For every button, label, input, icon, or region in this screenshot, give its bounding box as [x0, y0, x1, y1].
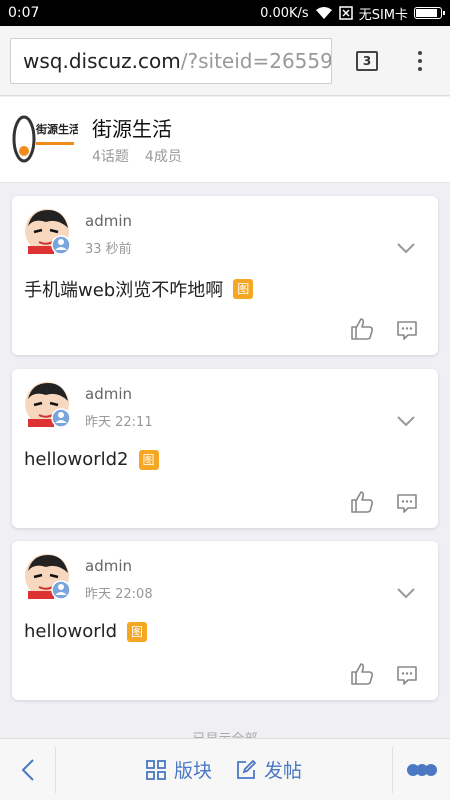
- community-name: 街源生活: [92, 117, 172, 141]
- post-author[interactable]: admin: [85, 557, 132, 575]
- url-path: /?siteid=26559: [180, 48, 332, 73]
- grid-icon: [146, 759, 166, 780]
- more-button[interactable]: [392, 746, 450, 793]
- browser-toolbar: wsq.discuz.com/?siteid=26559 3: [0, 26, 450, 96]
- status-time: 0:07: [8, 5, 40, 21]
- battery-level: [416, 9, 437, 17]
- post-time: 33 秒前: [85, 242, 132, 257]
- post-author[interactable]: admin: [85, 212, 132, 230]
- user-avatar[interactable]: [24, 553, 70, 599]
- thumbs-up-icon[interactable]: [350, 490, 374, 514]
- sim-status: 无SIM卡: [358, 7, 408, 23]
- url-host: wsq.discuz.com: [23, 48, 181, 73]
- logo-text: 街源生活: [35, 122, 78, 136]
- image-badge: 图: [233, 279, 254, 299]
- comment-icon[interactable]: [396, 492, 418, 514]
- post-title: helloworld2: [24, 449, 129, 470]
- image-badge: 图: [127, 621, 148, 642]
- user-avatar[interactable]: [24, 381, 70, 427]
- bottom-actions: 版块 发帖: [56, 756, 392, 783]
- comment-icon[interactable]: [396, 319, 418, 341]
- battery-icon: [414, 7, 445, 19]
- post-title: 手机端web浏览不咋地啊: [24, 280, 224, 301]
- comment-icon[interactable]: [396, 664, 418, 686]
- post-author[interactable]: admin: [85, 385, 132, 403]
- post-text[interactable]: 手机端web浏览不咋地啊 图: [24, 276, 254, 302]
- topic-count: 4话题: [92, 149, 129, 165]
- post-title: helloworld: [24, 621, 118, 642]
- url-bar[interactable]: wsq.discuz.com/?siteid=26559: [10, 37, 332, 84]
- community-logo: 街源生活: [12, 115, 78, 163]
- edit-icon: [237, 759, 256, 779]
- bottom-toolbar: 版块 发帖: [0, 738, 450, 800]
- post-text[interactable]: helloworld2 图: [24, 449, 159, 470]
- community-stats: 4话题 4成员: [92, 146, 182, 166]
- community-header: 街源生活 街源生活 4话题 4成员: [0, 97, 450, 183]
- member-count: 4成员: [144, 149, 182, 165]
- post-card[interactable]: admin 33 秒前 手机端web浏览不咋地啊 图: [12, 196, 438, 355]
- post-text[interactable]: helloworld 图: [24, 621, 148, 642]
- net-speed: 0.00K/s: [260, 5, 309, 21]
- chevron-down-icon[interactable]: [396, 415, 416, 427]
- wifi-icon: [315, 7, 332, 19]
- new-post-button[interactable]: 发帖: [236, 756, 302, 783]
- post-card[interactable]: admin 昨天 22:08 helloworld 图: [12, 541, 438, 700]
- tab-switcher-button[interactable]: 3: [356, 50, 378, 71]
- status-bar: 0:07 0.00K/s 无SIM卡: [0, 0, 450, 26]
- chevron-down-icon[interactable]: [396, 242, 416, 254]
- chevron-down-icon[interactable]: [396, 587, 416, 599]
- post-time: 昨天 22:08: [85, 587, 153, 602]
- more-dots-icon: [406, 763, 437, 776]
- boards-button[interactable]: 版块: [146, 756, 212, 783]
- user-avatar[interactable]: [24, 208, 70, 254]
- new-post-label: 发帖: [264, 760, 303, 782]
- image-badge: 图: [138, 449, 159, 470]
- overflow-menu-icon[interactable]: [418, 50, 422, 71]
- thumbs-up-icon[interactable]: [350, 662, 374, 686]
- chevron-left-icon: [21, 758, 34, 781]
- post-time: 昨天 22:11: [85, 415, 153, 430]
- no-sim-icon: [338, 6, 353, 20]
- thumbs-up-icon[interactable]: [350, 317, 374, 341]
- back-button[interactable]: [0, 746, 56, 793]
- post-card[interactable]: admin 昨天 22:11 helloworld2 图: [12, 369, 438, 528]
- boards-label: 版块: [173, 760, 212, 782]
